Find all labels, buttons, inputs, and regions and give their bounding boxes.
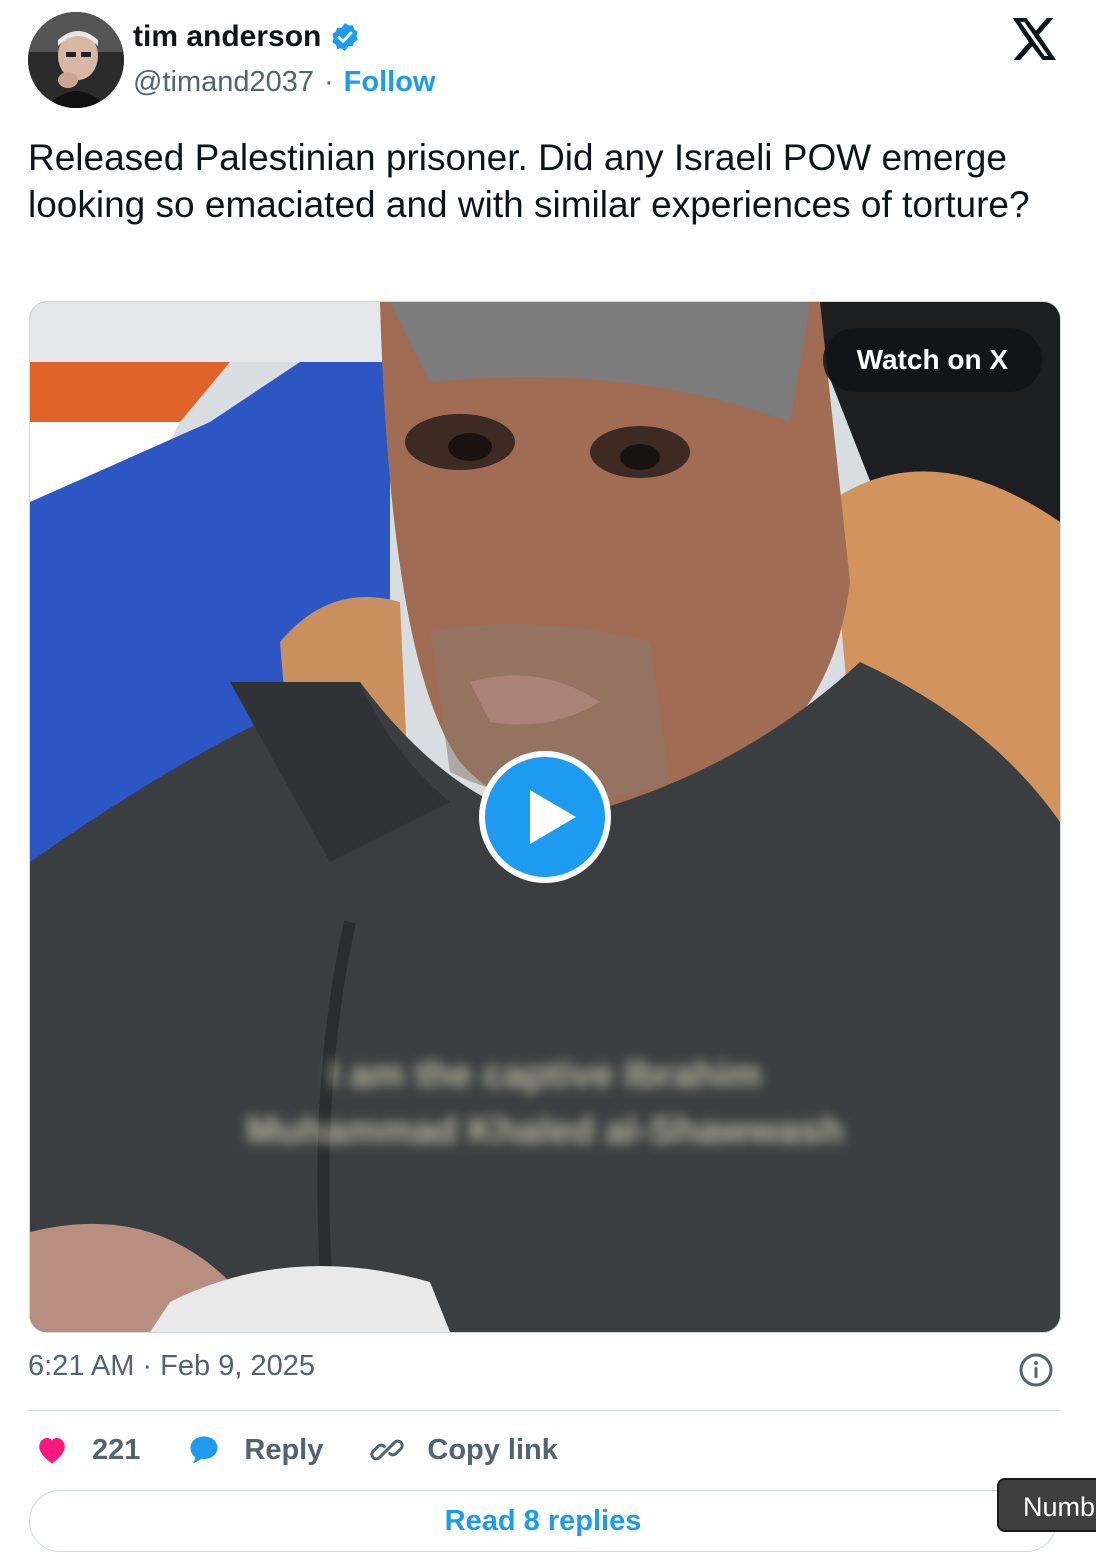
video-caption-line-2: Muhammad Khaled al-Shawwash <box>246 1110 844 1152</box>
author-handle[interactable]: @timand2037 <box>133 66 314 99</box>
like-count: 221 <box>92 1433 141 1466</box>
tweet-timestamp[interactable]: 6:21 AM · Feb 9, 2025 <box>28 1350 315 1383</box>
reply-bubble-icon <box>190 1436 218 1464</box>
link-icon <box>370 1439 405 1461</box>
tweet-embed: tim anderson @timand2037 · Follow Releas… <box>0 0 1096 1558</box>
like-button[interactable]: 221 <box>34 1432 140 1468</box>
copy-link-button[interactable]: Copy link <box>369 1432 558 1468</box>
verified-badge-icon <box>332 23 359 51</box>
handle-separator: · <box>324 66 334 98</box>
reply-button[interactable]: Reply <box>186 1432 323 1468</box>
author-avatar[interactable] <box>28 12 124 108</box>
divider <box>28 1410 1060 1411</box>
copy-link-label: Copy link <box>427 1433 558 1466</box>
tweet-text: Released Palestinian prisoner. Did any I… <box>28 137 1030 225</box>
tweet-actions: 221 Reply Copy link <box>34 1428 604 1472</box>
x-logo-icon[interactable] <box>1012 18 1058 60</box>
author-display-name[interactable]: tim anderson <box>133 20 361 54</box>
follow-button[interactable]: Follow <box>344 66 436 99</box>
watch-on-x-button[interactable]: Watch on X <box>822 328 1042 392</box>
video-player[interactable]: I am the captive Ibrahim Muhammad Khaled… <box>29 301 1061 1333</box>
play-icon[interactable] <box>478 750 612 884</box>
author-handle-row: @timand2037 · Follow <box>133 66 436 99</box>
reply-label: Reply <box>244 1433 324 1466</box>
read-replies-button[interactable]: Read 8 replies <box>29 1490 1057 1552</box>
tooltip: Numb <box>997 1478 1096 1532</box>
info-icon[interactable] <box>1018 1352 1054 1388</box>
heart-icon <box>39 1438 65 1464</box>
author-name-text[interactable]: tim anderson <box>133 20 321 54</box>
video-caption-line-1: I am the captive Ibrahim <box>328 1054 762 1096</box>
